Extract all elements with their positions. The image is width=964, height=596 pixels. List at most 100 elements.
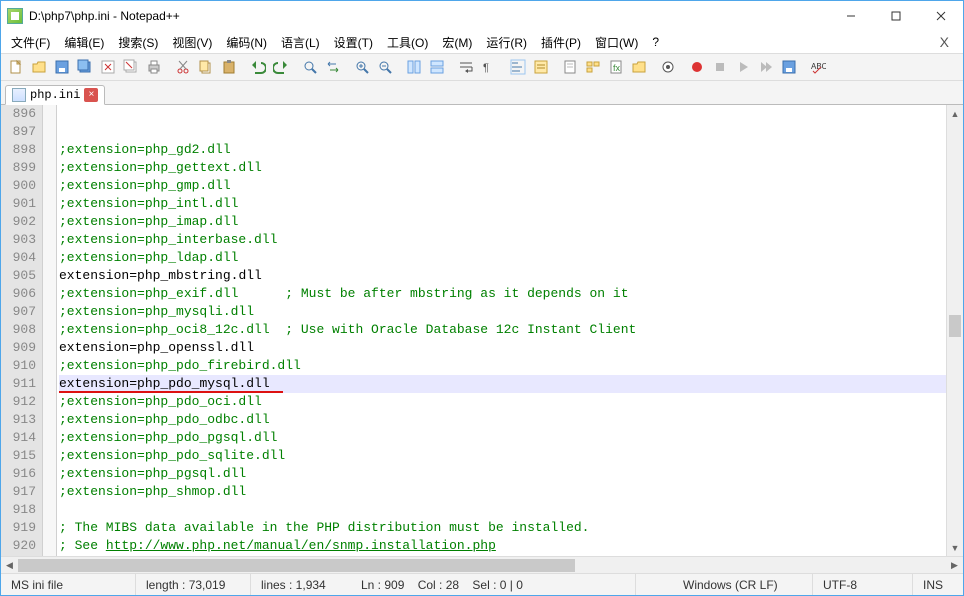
- code-line[interactable]: ;extension=php_pdo_sqlite.dll: [59, 447, 946, 465]
- maximize-button[interactable]: [873, 2, 918, 31]
- paste-icon[interactable]: [218, 56, 240, 78]
- undo-icon[interactable]: [247, 56, 269, 78]
- tab-close-icon[interactable]: ×: [84, 88, 98, 102]
- code-line[interactable]: ;extension=php_gettext.dll: [59, 159, 946, 177]
- url-link[interactable]: http://www.php.net/manual/en/snmp.instal…: [106, 538, 496, 553]
- sync-vscroll-icon[interactable]: [403, 56, 425, 78]
- function-list-icon[interactable]: fx: [605, 56, 627, 78]
- zoom-in-icon[interactable]: [351, 56, 373, 78]
- menu-encoding[interactable]: 编码(N): [220, 32, 273, 53]
- show-all-chars-icon[interactable]: ¶: [478, 56, 500, 78]
- code-line[interactable]: ;extension=php_intl.dll: [59, 195, 946, 213]
- menu-language[interactable]: 语言(L): [275, 32, 326, 53]
- status-encoding[interactable]: UTF-8: [813, 574, 913, 595]
- redo-icon[interactable]: [270, 56, 292, 78]
- code-line[interactable]: [59, 501, 946, 519]
- menu-file[interactable]: 文件(F): [5, 32, 56, 53]
- wordwrap-icon[interactable]: [455, 56, 477, 78]
- code-line[interactable]: ;extension=php_mysqli.dll: [59, 303, 946, 321]
- code-line[interactable]: ; The MIBS data available in the PHP dis…: [59, 519, 946, 537]
- doc-list-icon[interactable]: [582, 56, 604, 78]
- code-line[interactable]: ;extension=php_shmop.dll: [59, 483, 946, 501]
- horizontal-scroll-thumb[interactable]: [18, 559, 575, 572]
- menu-edit[interactable]: 编辑(E): [58, 32, 110, 53]
- line-number: 910: [1, 357, 36, 375]
- sync-hscroll-icon[interactable]: [426, 56, 448, 78]
- menu-close-x[interactable]: X: [930, 34, 959, 50]
- status-filetype: MS ini file: [1, 574, 136, 595]
- close-file-icon[interactable]: [97, 56, 119, 78]
- code-line[interactable]: ;extension=php_exif.dll ; Must be after …: [59, 285, 946, 303]
- menu-run[interactable]: 运行(R): [480, 32, 533, 53]
- minimize-button[interactable]: [828, 2, 873, 31]
- code-line[interactable]: extension=php_pdo_mysql.dll: [59, 375, 946, 393]
- menu-search[interactable]: 搜索(S): [112, 32, 164, 53]
- code-line[interactable]: ;extension=php_oci8_12c.dll ; Use with O…: [59, 321, 946, 339]
- code-line[interactable]: ;extension=php_pgsql.dll: [59, 465, 946, 483]
- menu-tools[interactable]: 工具(O): [381, 32, 434, 53]
- print-icon[interactable]: [143, 56, 165, 78]
- line-number: 905: [1, 267, 36, 285]
- code-line[interactable]: ;extension=php_pdo_firebird.dll: [59, 357, 946, 375]
- macro-play-multi-icon[interactable]: [755, 56, 777, 78]
- find-icon[interactable]: [299, 56, 321, 78]
- close-button[interactable]: [918, 2, 963, 31]
- code-line[interactable]: extension=php_mbstring.dll: [59, 267, 946, 285]
- scroll-down-icon[interactable]: ▼: [947, 539, 963, 556]
- code-line[interactable]: ;extension=php_imap.dll: [59, 213, 946, 231]
- vertical-scroll-thumb[interactable]: [949, 315, 961, 337]
- code-line[interactable]: ;extension=php_gmp.dll: [59, 177, 946, 195]
- tab-php-ini[interactable]: php.ini ×: [5, 85, 105, 105]
- line-number: 897: [1, 123, 36, 141]
- vertical-scrollbar[interactable]: ▲ ▼: [946, 105, 963, 556]
- menu-settings[interactable]: 设置(T): [328, 32, 379, 53]
- line-number: 908: [1, 321, 36, 339]
- line-number: 916: [1, 465, 36, 483]
- folder-as-workspace-icon[interactable]: [628, 56, 650, 78]
- macro-record-icon[interactable]: [686, 56, 708, 78]
- open-file-icon[interactable]: [28, 56, 50, 78]
- code-editor[interactable]: ;extension=php_gd2.dll;extension=php_get…: [57, 105, 946, 556]
- code-line[interactable]: ;extension=php_pdo_odbc.dll: [59, 411, 946, 429]
- save-all-icon[interactable]: [74, 56, 96, 78]
- code-line[interactable]: ;extension=php_ldap.dll: [59, 249, 946, 267]
- editor-area: 8968978988999009019029039049059069079089…: [1, 105, 963, 556]
- code-line[interactable]: ;extension=php_pdo_oci.dll: [59, 393, 946, 411]
- code-line[interactable]: ;extension=php_pdo_pgsql.dll: [59, 429, 946, 447]
- code-line[interactable]: extension=php_openssl.dll: [59, 339, 946, 357]
- udl-icon[interactable]: [530, 56, 552, 78]
- code-line[interactable]: ;extension=php_snmp.dll: [59, 555, 946, 556]
- scroll-right-icon[interactable]: ▶: [946, 560, 963, 571]
- menu-help[interactable]: ?: [646, 33, 665, 51]
- scroll-left-icon[interactable]: ◀: [1, 560, 18, 571]
- spellcheck-icon[interactable]: ABC: [807, 56, 829, 78]
- close-all-icon[interactable]: [120, 56, 142, 78]
- scroll-up-icon[interactable]: ▲: [947, 105, 963, 122]
- status-eol[interactable]: Windows (CR LF): [673, 574, 813, 595]
- indent-guide-icon[interactable]: [507, 56, 529, 78]
- macro-save-icon[interactable]: [778, 56, 800, 78]
- menu-view[interactable]: 视图(V): [166, 32, 218, 53]
- menu-window[interactable]: 窗口(W): [589, 32, 644, 53]
- toolbar: ¶ fx ABC: [1, 53, 963, 81]
- code-line[interactable]: ; See http://www.php.net/manual/en/snmp.…: [59, 537, 946, 555]
- code-line[interactable]: ;extension=php_interbase.dll: [59, 231, 946, 249]
- new-file-icon[interactable]: [5, 56, 27, 78]
- copy-icon[interactable]: [195, 56, 217, 78]
- macro-play-icon[interactable]: [732, 56, 754, 78]
- cut-icon[interactable]: [172, 56, 194, 78]
- status-insert-mode[interactable]: INS: [913, 574, 963, 595]
- macro-stop-icon[interactable]: [709, 56, 731, 78]
- zoom-out-icon[interactable]: [374, 56, 396, 78]
- line-number: 913: [1, 411, 36, 429]
- line-number: 915: [1, 447, 36, 465]
- horizontal-scrollbar[interactable]: ◀ ▶: [1, 556, 963, 573]
- code-line[interactable]: ;extension=php_gd2.dll: [59, 141, 946, 159]
- monitoring-icon[interactable]: [657, 56, 679, 78]
- line-number: 919: [1, 519, 36, 537]
- menu-macro[interactable]: 宏(M): [436, 32, 478, 53]
- save-icon[interactable]: [51, 56, 73, 78]
- doc-map-icon[interactable]: [559, 56, 581, 78]
- menu-plugins[interactable]: 插件(P): [535, 32, 587, 53]
- replace-icon[interactable]: [322, 56, 344, 78]
